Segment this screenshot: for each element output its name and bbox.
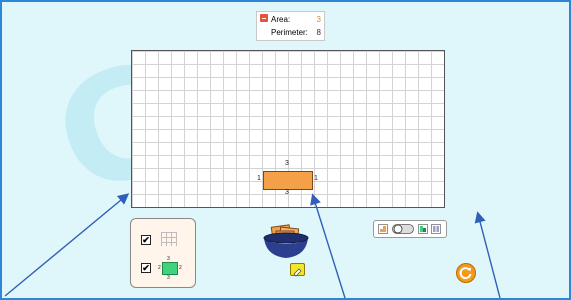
arrow-to-grid [4, 193, 130, 297]
arrow-to-background [474, 211, 501, 299]
arrow-to-shape [310, 193, 346, 299]
annotation-arrows [4, 193, 501, 299]
